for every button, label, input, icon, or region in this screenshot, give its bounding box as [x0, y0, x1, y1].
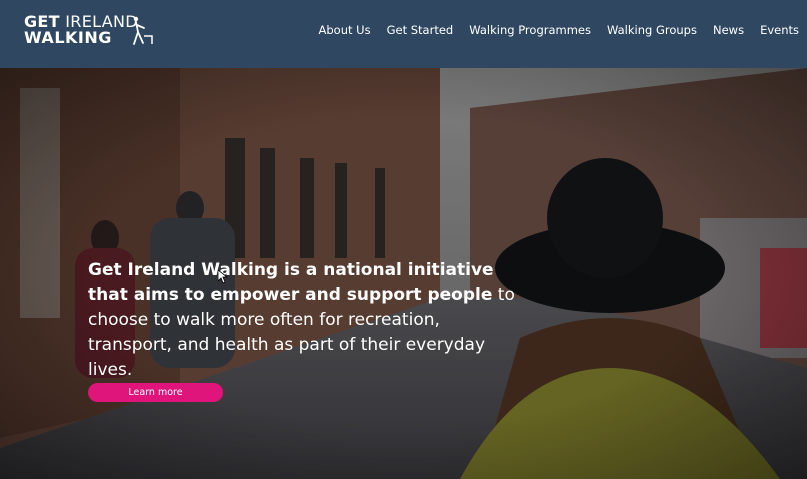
walker-icon — [133, 16, 153, 45]
nav-news[interactable]: News — [705, 23, 752, 37]
hero-headline: Get Ireland Walking is a national initia… — [88, 258, 518, 383]
nav-about-us[interactable]: About Us — [319, 23, 379, 37]
logo-walking: WALKING — [24, 28, 112, 47]
nav-walking-groups[interactable]: Walking Groups — [599, 23, 705, 37]
site-logo[interactable]: GET IRELAND WALKING — [24, 14, 138, 47]
mouse-cursor-icon — [218, 270, 228, 284]
nav-events[interactable]: Events — [752, 23, 807, 37]
nav-walking-programmes[interactable]: Walking Programmes — [461, 23, 599, 37]
site-header: GET IRELAND WALKING About Us Get Started… — [0, 0, 807, 68]
nav-get-started[interactable]: Get Started — [379, 23, 462, 37]
main-nav: About Us Get Started Walking Programmes … — [319, 23, 807, 37]
hero-headline-bold: Get Ireland Walking is a national initia… — [88, 260, 494, 305]
learn-more-button[interactable]: Learn more — [88, 383, 223, 402]
